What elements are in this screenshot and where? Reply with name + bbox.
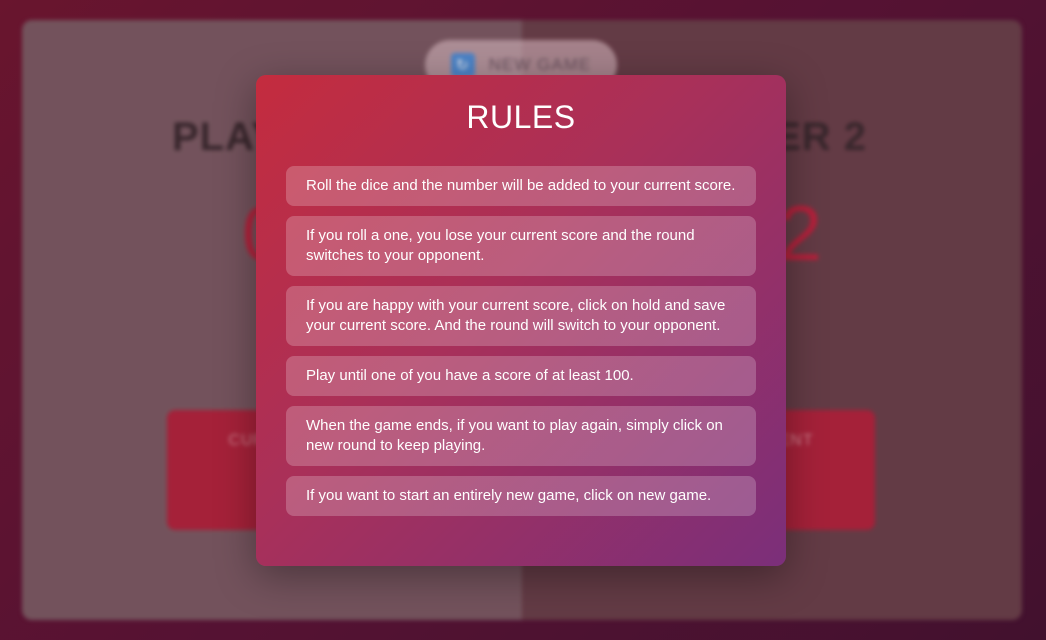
rule-item: When the game ends, if you want to play …	[286, 406, 756, 466]
rule-item: Roll the dice and the number will be add…	[286, 166, 756, 206]
rule-item: If you roll a one, you lose your current…	[286, 216, 756, 276]
rules-list: Roll the dice and the number will be add…	[286, 166, 756, 516]
modal-title: RULES	[466, 99, 576, 135]
rule-item: Play until one of you have a score of at…	[286, 356, 756, 396]
rules-modal: RULES Roll the dice and the number will …	[256, 75, 786, 566]
rule-item: If you are happy with your current score…	[286, 286, 756, 346]
rule-item: If you want to start an entirely new gam…	[286, 476, 756, 516]
